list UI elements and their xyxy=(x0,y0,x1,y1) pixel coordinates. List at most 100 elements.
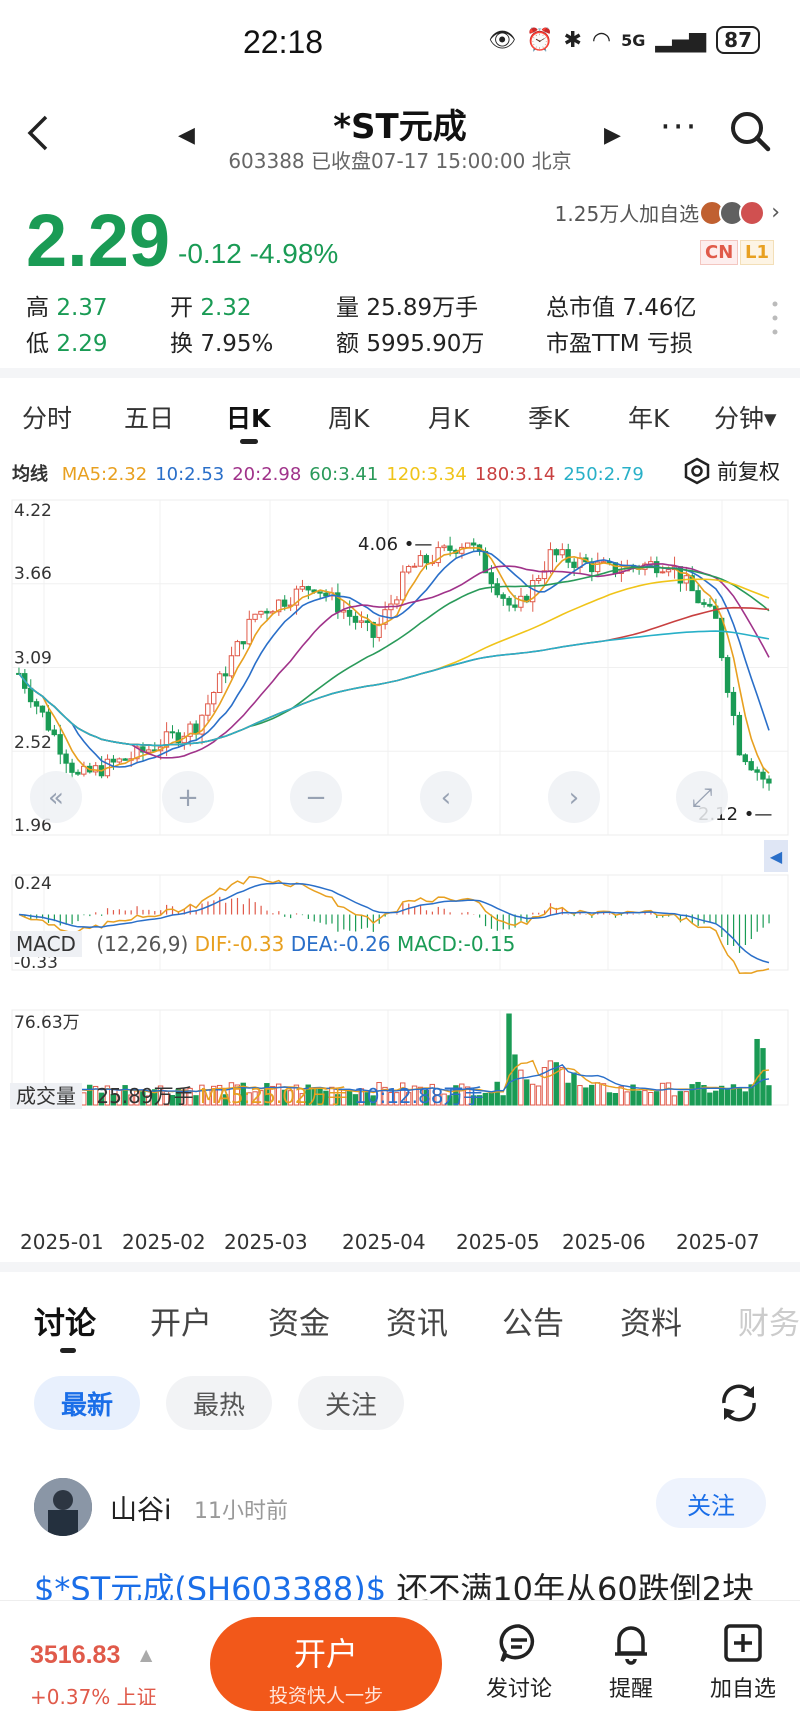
plus-square-icon xyxy=(724,1624,762,1662)
search-icon[interactable] xyxy=(728,109,772,153)
more-icon[interactable]: ··· xyxy=(660,107,698,147)
chart-control-icon: ⤢ xyxy=(692,783,713,813)
tab-minute[interactable]: 分钟▾ xyxy=(714,399,777,435)
tab-month-k[interactable]: 月K xyxy=(428,399,469,435)
index-value[interactable]: 3516.83 xyxy=(30,1641,120,1670)
tab-discussion[interactable]: 讨论 xyxy=(34,1298,96,1343)
adjust-toggle[interactable]: 前复权 xyxy=(683,456,780,486)
volume-bar xyxy=(500,1095,506,1106)
y-tick-label: 3.09 xyxy=(14,649,52,669)
period-tabs: 分时 五日 日K 周K 月K 季K 年K 分钟▾ xyxy=(0,393,800,445)
bell-icon xyxy=(615,1626,647,1665)
candle xyxy=(494,583,500,596)
refresh-icon[interactable] xyxy=(716,1380,762,1426)
tab-open-account[interactable]: 开户 xyxy=(150,1298,212,1343)
price-change: -0.12 -4.98% xyxy=(178,238,339,269)
watchers[interactable]: 1.25万人加自选 › xyxy=(555,198,780,227)
candle xyxy=(122,758,128,761)
stat-amount: 额 5995.90万 xyxy=(336,331,485,357)
wifi-icon: ◠ xyxy=(591,27,612,53)
volume-bar xyxy=(707,1092,713,1106)
kline-chart[interactable]: 4.223.663.092.521.964.06 •—2.12 •—« + − ‹ › ⤢… xyxy=(0,490,800,1230)
candle xyxy=(358,620,365,623)
candle xyxy=(659,571,666,574)
chart-control-icon: + xyxy=(177,783,199,813)
date-tick: 2025-04 xyxy=(342,1230,426,1254)
candle xyxy=(565,549,571,563)
volume-bar xyxy=(600,1083,607,1106)
signal-icon: ▂▄▆ xyxy=(655,27,707,53)
tab-announcements[interactable]: 公告 xyxy=(502,1298,564,1343)
avatar[interactable] xyxy=(34,1478,92,1536)
ma-legend-item: 250:2.79 xyxy=(563,464,644,485)
candle xyxy=(559,549,565,556)
volume-bar xyxy=(624,1091,630,1106)
tab-profile[interactable]: 资料 xyxy=(620,1298,682,1343)
ma-line xyxy=(18,563,770,759)
volume-bar xyxy=(524,1079,530,1106)
reminder-button[interactable]: 提醒 xyxy=(586,1621,676,1703)
candle xyxy=(665,569,672,573)
stat-volume: 量 25.89万手 xyxy=(336,295,479,321)
y-tick-label: 76.63万 xyxy=(14,1013,80,1033)
candle xyxy=(512,604,518,608)
volume-title[interactable]: 成交量 xyxy=(10,1083,82,1109)
volume-bar xyxy=(535,1085,542,1106)
macd-title[interactable]: MACD xyxy=(10,931,82,957)
volume-bar xyxy=(754,1038,760,1106)
candle xyxy=(234,641,241,657)
y-tick-label: 0.24 xyxy=(14,874,52,894)
candle xyxy=(264,610,270,614)
expand-stats-icon[interactable] xyxy=(772,300,778,336)
volume-bar xyxy=(677,1091,684,1106)
volume-bar xyxy=(577,1085,583,1106)
open-account-button[interactable]: 开户 投资快人一步 xyxy=(210,1617,442,1711)
candle xyxy=(547,549,554,572)
macd-dif: DIF:-0.33 xyxy=(194,932,285,956)
adjust-label: 前复权 xyxy=(717,460,780,484)
candle xyxy=(707,603,713,607)
follow-button[interactable]: 关注 xyxy=(656,1478,766,1528)
ma-line xyxy=(18,606,770,747)
candle xyxy=(701,602,707,605)
filter-latest[interactable]: 最新 xyxy=(34,1376,140,1430)
tab-year-k[interactable]: 年K xyxy=(628,399,669,435)
next-stock-icon[interactable]: ▶ xyxy=(604,123,621,148)
ma-legend: 均线 MA5:2.32 10:2.53 20:2.98 60:3.41 120:3.34… xyxy=(12,460,792,486)
candle xyxy=(730,691,737,716)
candle xyxy=(400,571,406,601)
candle xyxy=(441,545,447,549)
tab-financials[interactable]: 财务 xyxy=(738,1298,800,1343)
tab-day-k[interactable]: 日K xyxy=(226,399,270,435)
add-watchlist-button[interactable]: 加自选 xyxy=(698,1621,788,1703)
current-price: 2.29 xyxy=(26,199,171,282)
filter-hot[interactable]: 最热 xyxy=(166,1376,272,1430)
divider xyxy=(0,368,800,378)
post-discussion-button[interactable]: 发讨论 xyxy=(474,1621,564,1703)
tab-five-day[interactable]: 五日 xyxy=(124,399,174,435)
volume-bar xyxy=(488,1091,495,1106)
post-username[interactable]: 山谷i xyxy=(110,1488,172,1527)
tab-funds[interactable]: 资金 xyxy=(268,1298,330,1343)
stat-low: 低 2.29 xyxy=(26,331,108,357)
candle xyxy=(27,687,34,703)
candle xyxy=(57,734,63,755)
tab-week-k[interactable]: 周K xyxy=(328,399,369,435)
bottom-bar: 3516.83 ▲ +0.37% 上证 开户 投资快人一步 发讨论 提醒 加自选 xyxy=(0,1600,800,1732)
ma-line xyxy=(18,630,770,747)
tab-quarter-k[interactable]: 季K xyxy=(528,399,569,435)
candle xyxy=(352,615,359,623)
date-tick: 2025-07 xyxy=(676,1230,760,1254)
macd-dea: DEA:-0.26 xyxy=(290,932,391,956)
filter-following[interactable]: 关注 xyxy=(298,1376,404,1430)
tab-intraday[interactable]: 分时 xyxy=(22,399,72,435)
ma-line xyxy=(18,578,770,747)
candle xyxy=(63,753,69,764)
badge-cn: CN xyxy=(700,240,739,265)
y-tick-label: 2.52 xyxy=(14,733,52,753)
volume-bar xyxy=(766,1085,772,1106)
tab-news[interactable]: 资讯 xyxy=(386,1298,448,1343)
volume-bar xyxy=(713,1090,719,1106)
candle xyxy=(39,705,46,713)
candle xyxy=(228,655,235,677)
